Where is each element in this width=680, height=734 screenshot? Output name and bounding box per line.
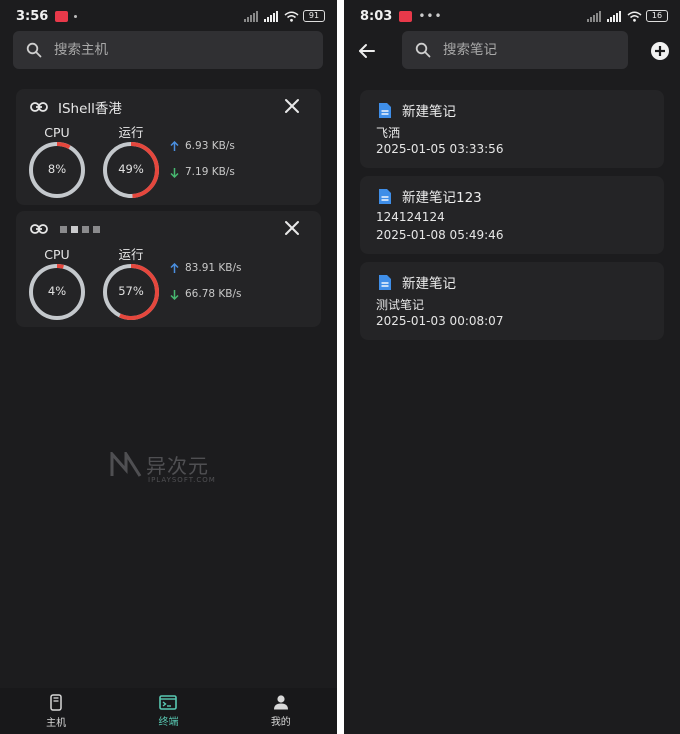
- note-search-bar[interactable]: [402, 31, 628, 69]
- close-icon[interactable]: [283, 97, 301, 115]
- watermark-text: 异次元: [146, 454, 209, 478]
- wifi-icon: [627, 11, 642, 22]
- notification-icon: [399, 10, 413, 22]
- nav-label-terminal: 终端: [158, 716, 179, 728]
- host-card-header: IShell香港: [30, 97, 122, 117]
- signal-icon: [244, 10, 258, 22]
- note-header: 新建笔记: [378, 100, 456, 120]
- document-icon: [379, 274, 391, 290]
- download-speed: 66.78 KB/s: [185, 288, 242, 300]
- note-content: 测试笔记: [376, 298, 425, 312]
- cpu-label: CPU: [44, 125, 70, 140]
- host-card[interactable]: IShell香港 CPU 8% 运行 49% 6.93 KB/s 7.19 KB…: [16, 89, 321, 205]
- network-speeds: 6.93 KB/s 7.19 KB/s: [170, 139, 235, 191]
- nav-item-hosts[interactable]: 主机: [0, 688, 112, 734]
- back-arrow-icon[interactable]: [358, 42, 376, 60]
- memory-gauge-block: 运行 49%: [101, 125, 161, 199]
- terminal-icon: [159, 694, 178, 710]
- phone-icon: [50, 693, 62, 711]
- upload-speed: 6.93 KB/s: [185, 140, 235, 152]
- wifi-icon: [284, 11, 299, 22]
- memory-label: 运行: [118, 247, 144, 262]
- watermark: 异次元 IPLAYSOFT.COM: [110, 450, 215, 484]
- more-notifications-dot: [74, 14, 78, 18]
- note-content: 124124124: [376, 210, 445, 224]
- nav-item-terminal[interactable]: 终端: [112, 688, 224, 734]
- cpu-gauge-block: CPU 4%: [27, 247, 87, 321]
- host-card-header: [30, 219, 110, 239]
- notes-screen: 8:03 ••• 16 新建笔记 飞洒 2025-01-05 03:33:56 …: [344, 0, 680, 734]
- watermark-logo-icon: [110, 451, 142, 477]
- cpu-percent: 8%: [47, 162, 67, 176]
- memory-label: 运行: [118, 125, 144, 140]
- memory-gauge: 57%: [102, 263, 160, 321]
- signal-icon-2: [264, 10, 278, 22]
- cpu-gauge: 4%: [28, 263, 86, 321]
- status-time: 3:56: [16, 8, 49, 24]
- note-card[interactable]: 新建笔记 测试笔记 2025-01-03 00:08:07: [360, 262, 664, 340]
- note-title: 新建笔记123: [402, 190, 482, 206]
- watermark-subtext: IPLAYSOFT.COM: [148, 476, 216, 484]
- memory-gauge-block: 运行 57%: [101, 247, 161, 321]
- note-content: 飞洒: [376, 126, 401, 140]
- note-date: 2025-01-05 03:33:56: [376, 142, 504, 156]
- status-bar: 3:56 91: [0, 0, 337, 32]
- host-search-input[interactable]: [54, 42, 254, 58]
- nav-label-profile: 我的: [270, 717, 291, 728]
- search-icon: [26, 42, 42, 58]
- note-header: 新建笔记: [378, 272, 456, 292]
- battery-indicator: 91: [303, 10, 325, 22]
- nav-label-hosts: 主机: [46, 717, 67, 729]
- note-search-input[interactable]: [443, 42, 593, 58]
- download-arrow-icon: [170, 167, 179, 178]
- note-date: 2025-01-03 00:08:07: [376, 314, 504, 328]
- host-name: IShell香港: [58, 101, 122, 117]
- battery-indicator: 16: [646, 10, 668, 22]
- cpu-percent: 4%: [47, 284, 67, 298]
- host-list-screen: 3:56 91 IShell香港 CPU 8% 运行: [0, 0, 337, 734]
- note-title: 新建笔记: [402, 104, 456, 120]
- host-card[interactable]: CPU 4% 运行 57% 83.91 KB/s 66.78 KB/s: [16, 211, 321, 327]
- note-date: 2025-01-08 05:49:46: [376, 228, 504, 242]
- cpu-label: CPU: [44, 247, 70, 262]
- download-arrow-icon: [170, 289, 179, 300]
- memory-percent: 57%: [118, 284, 144, 298]
- note-header: 新建笔记123: [378, 186, 482, 206]
- upload-speed: 83.91 KB/s: [185, 262, 242, 274]
- network-speeds: 83.91 KB/s 66.78 KB/s: [170, 261, 242, 313]
- upload-arrow-icon: [170, 262, 179, 273]
- signal-icon-2: [607, 10, 621, 22]
- status-bar: 8:03 ••• 16: [344, 0, 680, 32]
- host-search-bar[interactable]: [13, 31, 323, 69]
- redacted-host-name: [60, 225, 100, 233]
- cpu-gauge: 8%: [28, 141, 86, 199]
- note-card[interactable]: 新建笔记123 124124124 2025-01-08 05:49:46: [360, 176, 664, 254]
- document-icon: [379, 188, 391, 204]
- add-note-icon[interactable]: [650, 41, 670, 61]
- search-icon: [415, 42, 431, 58]
- memory-gauge: 49%: [102, 141, 160, 199]
- upload-arrow-icon: [170, 140, 179, 151]
- close-icon[interactable]: [283, 219, 301, 237]
- link-icon: [30, 102, 48, 112]
- note-card[interactable]: 新建笔记 飞洒 2025-01-05 03:33:56: [360, 90, 664, 168]
- cpu-gauge-block: CPU 8%: [27, 125, 87, 199]
- link-icon: [30, 224, 48, 234]
- nav-item-profile[interactable]: 我的: [225, 688, 337, 734]
- notification-icon: [55, 10, 69, 22]
- bottom-navigation: 主机 终端 我的: [0, 688, 337, 734]
- note-title: 新建笔记: [402, 276, 456, 292]
- more-notifications-icon: •••: [418, 9, 443, 23]
- person-icon: [273, 695, 288, 710]
- download-speed: 7.19 KB/s: [185, 166, 235, 178]
- memory-percent: 49%: [118, 162, 144, 176]
- status-time: 8:03: [360, 8, 393, 24]
- document-icon: [379, 102, 391, 118]
- signal-icon: [587, 10, 601, 22]
